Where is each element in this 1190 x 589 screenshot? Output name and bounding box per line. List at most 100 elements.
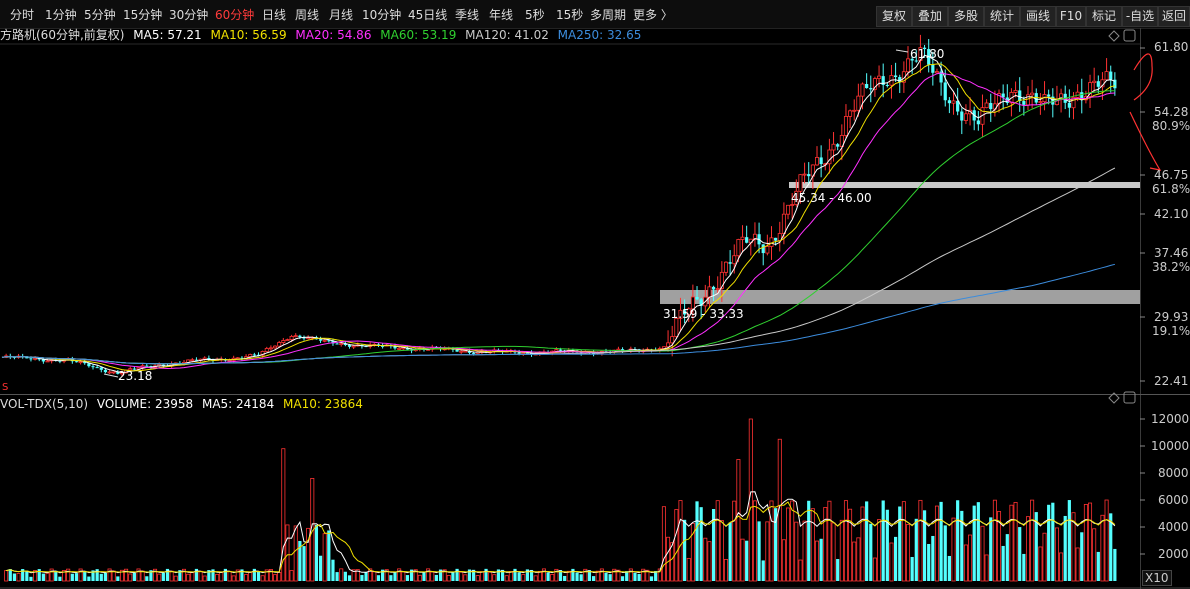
candle-body <box>1104 71 1109 81</box>
volume-bar <box>140 570 145 582</box>
volume-bar <box>633 572 637 581</box>
volume-bar <box>963 544 968 582</box>
volume-bar <box>393 571 397 581</box>
volume-legend: VOL-TDX(5,10) VOLUME: 23958 MA5: 24184 M… <box>0 396 368 412</box>
candle-body <box>521 352 526 355</box>
volume-bar <box>661 506 666 582</box>
volume-settings-icon[interactable] <box>1123 391 1136 404</box>
volume-bar <box>293 525 298 582</box>
chart-canvas[interactable]: 61.80 23.18 45.34 - 46.00 31.59 - 33.33 … <box>0 0 1190 589</box>
volume-bar <box>848 508 853 582</box>
volume-bar <box>1018 527 1022 581</box>
candle-body <box>761 244 765 254</box>
candle-body <box>91 366 95 368</box>
ma120-line <box>1 167 1116 365</box>
volume-bar <box>244 574 249 582</box>
candle-body <box>397 348 402 350</box>
ma20-line <box>1 72 1115 370</box>
price-tick-61.80: 61.80 <box>1154 40 1189 54</box>
volume-bar <box>918 499 923 582</box>
volume-bar <box>649 576 654 581</box>
volume-bar <box>819 538 823 581</box>
volume-bar <box>836 559 840 581</box>
candle-body <box>732 255 737 265</box>
volume-bar <box>1075 547 1080 582</box>
upper-zone-label: 45.34 - 46.00 <box>791 191 872 205</box>
sell-marker: S <box>2 382 8 393</box>
volume-bar <box>1054 527 1059 582</box>
volume-bar <box>173 575 178 582</box>
volume-bar <box>927 543 931 581</box>
volume-bar <box>417 574 422 582</box>
candle-body <box>1018 90 1022 102</box>
volume-bar <box>732 500 737 582</box>
candle-body <box>111 371 116 374</box>
volume-bar <box>521 574 526 582</box>
volume-bar <box>475 575 480 582</box>
volume-bar <box>459 571 464 582</box>
volume-tick-10000: 10000 <box>1151 439 1190 453</box>
volume-bar <box>736 459 741 582</box>
candle-body <box>695 296 699 300</box>
candle-body <box>736 239 741 257</box>
volume-bar <box>430 571 435 582</box>
volume-bar <box>343 571 347 581</box>
volume-bar <box>666 536 671 582</box>
volume-bar <box>1100 514 1105 582</box>
volume-bar <box>533 575 538 582</box>
volume-bar <box>765 521 770 582</box>
volume-bar <box>1051 502 1055 581</box>
candle-body <box>865 84 869 89</box>
candle-body <box>95 367 99 369</box>
volume-bar <box>715 500 720 582</box>
candle-body <box>293 335 298 338</box>
candle-body <box>1013 90 1018 93</box>
volume-bar <box>989 517 993 581</box>
volume-bar <box>1083 504 1088 582</box>
candle-body <box>674 317 679 337</box>
candle-body <box>798 174 803 192</box>
candle-body <box>616 348 621 351</box>
settings-square-icon[interactable] <box>1123 29 1136 42</box>
volume-bar <box>906 524 911 582</box>
candle-body <box>802 173 807 176</box>
volume-bar <box>339 568 344 582</box>
drawn-arrow-up <box>1133 53 1153 101</box>
volume-bar <box>1059 552 1064 582</box>
volume-bar <box>1113 548 1117 581</box>
volume-bar <box>99 573 103 581</box>
volume-bar <box>1005 534 1009 581</box>
volume-bar <box>1001 545 1005 581</box>
pct-tick-61.8: 61.8% <box>1152 182 1190 196</box>
volume-bar <box>376 575 381 581</box>
candle-body <box>1067 102 1071 108</box>
volume-bar <box>8 569 12 581</box>
volume-bar <box>87 576 91 581</box>
volume-bar <box>563 575 567 581</box>
volume-bar <box>29 576 33 581</box>
volume-bar <box>956 500 960 581</box>
volume-bar <box>58 576 62 581</box>
volume-ma5-label: MA5: 24184 <box>201 397 275 411</box>
volume-bar <box>984 554 989 582</box>
volume-bar <box>25 570 29 581</box>
volume-bar <box>802 520 807 582</box>
volume-bar <box>1038 546 1043 582</box>
volume-tick-12000: 12000 <box>1151 412 1190 426</box>
price-tick-42.10: 42.10 <box>1154 207 1189 221</box>
volume-bar <box>550 574 555 582</box>
diamond-icon[interactable] <box>1108 30 1120 42</box>
volume-bar <box>951 517 956 582</box>
price-tick-22.41: 22.41 <box>1154 374 1189 388</box>
candle-body <box>1047 94 1051 97</box>
volume-bar <box>740 538 745 582</box>
volume-bar <box>318 555 323 581</box>
volume-bar <box>41 573 45 581</box>
price-tick-54.28: 54.28 <box>1154 105 1189 119</box>
candle-body <box>786 204 791 215</box>
volume-bar <box>111 570 116 582</box>
volume-unit-badge[interactable]: X10 <box>1142 570 1172 586</box>
candle-body <box>1109 71 1113 80</box>
candle-body <box>45 360 50 363</box>
volume-bar <box>575 572 579 581</box>
